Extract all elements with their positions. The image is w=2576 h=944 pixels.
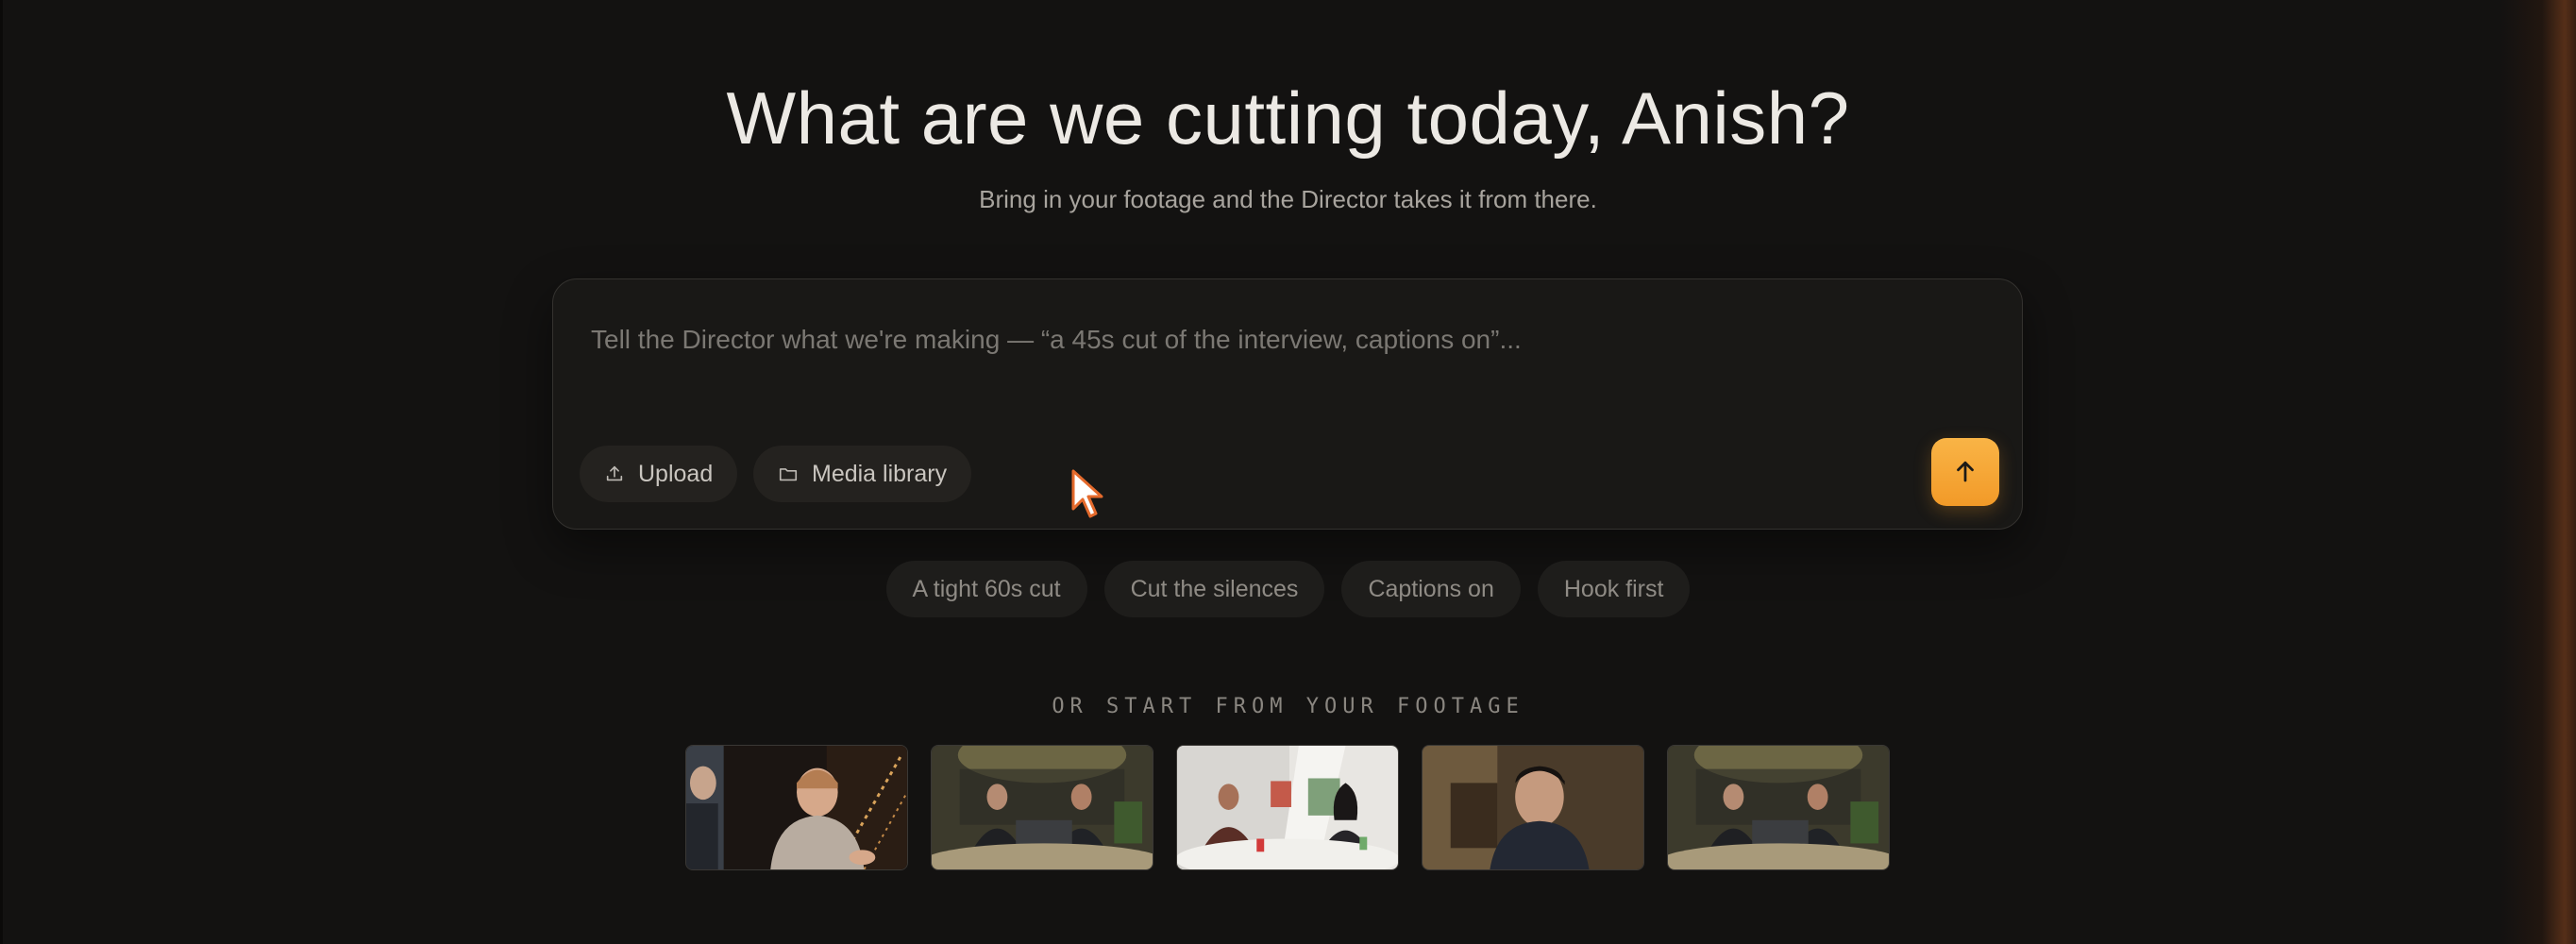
closeup-interview-thumbnail <box>1423 746 1643 869</box>
upload-label: Upload <box>638 460 714 487</box>
prompt-composer: Upload Media library <box>552 278 2023 530</box>
arrow-up-icon <box>1951 457 1979 488</box>
folder-icon <box>778 464 799 484</box>
suggestion-chips: A tight 60s cut Cut the silences Caption… <box>0 561 2576 617</box>
footage-thumbnails <box>685 745 1890 870</box>
podcast-two-hosts-thumbnail <box>932 746 1153 869</box>
suggestion-chip[interactable]: A tight 60s cut <box>885 561 1087 617</box>
mouse-pointer-icon <box>1069 467 1107 520</box>
podcast-two-hosts-thumbnail <box>1668 746 1889 869</box>
send-button[interactable] <box>1931 438 1999 506</box>
suggestion-chip[interactable]: Captions on <box>1341 561 1521 617</box>
footage-thumbnail[interactable] <box>1422 745 1644 870</box>
suggestion-chip[interactable]: Hook first <box>1537 561 1691 617</box>
suggestion-chip[interactable]: Cut the silences <box>1103 561 1325 617</box>
upload-icon <box>604 464 625 484</box>
page-title: What are we cutting today, Anish? <box>726 76 1850 160</box>
upload-button[interactable]: Upload <box>580 446 738 502</box>
media-library-label: Media library <box>812 460 948 487</box>
interview-stage-thumbnail <box>686 746 907 869</box>
footage-thumbnail[interactable] <box>931 745 1153 870</box>
podcast-studio-thumbnail <box>1177 746 1398 869</box>
footage-thumbnail[interactable] <box>1176 745 1399 870</box>
page-subtitle: Bring in your footage and the Director t… <box>979 185 1597 213</box>
media-library-button[interactable]: Media library <box>753 446 972 502</box>
footage-thumbnail[interactable] <box>685 745 908 870</box>
footage-section-heading: OR START FROM YOUR FOOTAGE <box>1052 695 1524 718</box>
footage-thumbnail[interactable] <box>1667 745 1890 870</box>
home-screen: What are we cutting today, Anish? Bring … <box>0 0 2576 944</box>
prompt-input[interactable] <box>591 312 1912 368</box>
